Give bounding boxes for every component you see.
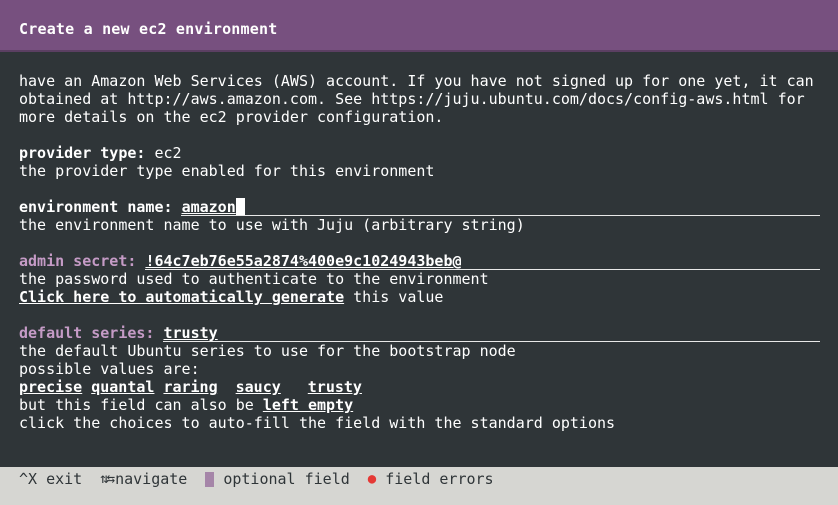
exit-hint: ^X exit bbox=[19, 470, 83, 488]
navigate-label: navigate bbox=[115, 470, 188, 488]
generate-secret-link[interactable]: Click here to automatically generate bbox=[19, 288, 344, 306]
errors-legend: ● field errors bbox=[368, 470, 494, 488]
provider-type-row: provider type: ec2 bbox=[19, 144, 829, 162]
admin-secret-label: admin secret: bbox=[19, 252, 137, 270]
series-option-raring[interactable]: raring bbox=[163, 378, 217, 396]
default-series-help: the default Ubuntu series to use for the… bbox=[19, 342, 516, 360]
intro-line-2: obtained at http://aws.amazon.com. See h… bbox=[19, 90, 805, 108]
navigate-hint: ⇅⇆ navigate bbox=[100, 470, 187, 488]
error-dot-icon: ● bbox=[367, 471, 377, 487]
intro-line-3: more details on the ec2 provider configu… bbox=[19, 108, 444, 126]
series-option-trusty[interactable]: trusty bbox=[308, 378, 362, 396]
admin-secret-help: the password used to authenticate to the… bbox=[19, 270, 489, 288]
autofill-help: click the choices to auto-fill the field… bbox=[19, 414, 616, 432]
app-window: Create a new ec2 environment have an Ama… bbox=[0, 0, 838, 505]
default-series-row: default series: trusty bbox=[19, 324, 829, 342]
navigate-arrows-icon: ⇅⇆ bbox=[100, 471, 115, 487]
provider-type-value: ec2 bbox=[154, 144, 182, 162]
window-title: Create a new ec2 environment bbox=[19, 20, 278, 38]
possible-values-label: possible values are: bbox=[19, 360, 200, 378]
admin-secret-field[interactable]: !64c7eb76e55a2874%400e9c1024943beb@ bbox=[145, 252, 461, 270]
series-option-saucy[interactable]: saucy bbox=[236, 378, 281, 396]
optional-legend: optional field bbox=[205, 470, 350, 488]
series-option-precise[interactable]: precise bbox=[19, 378, 82, 396]
generate-row: Click here to automatically generate thi… bbox=[19, 288, 829, 306]
optional-swatch-icon bbox=[205, 471, 215, 487]
provider-type-label: provider type: bbox=[19, 144, 146, 162]
status-bar: ^X exit ⇅⇆ navigate optional field ● field… bbox=[0, 467, 838, 505]
errors-label: field errors bbox=[385, 470, 494, 488]
environment-name-field[interactable]: amazon bbox=[182, 198, 236, 216]
generate-suffix: this value bbox=[353, 288, 444, 306]
environment-name-label: environment name: bbox=[19, 198, 173, 216]
optional-label: optional field bbox=[223, 470, 350, 488]
admin-secret-row: admin secret: !64c7eb76e55a2874%400e9c10… bbox=[19, 252, 829, 270]
text-cursor bbox=[235, 198, 245, 215]
environment-name-row: environment name: amazon bbox=[19, 198, 829, 216]
title-bar: Create a new ec2 environment bbox=[0, 0, 838, 52]
default-series-field[interactable]: trusty bbox=[164, 324, 218, 342]
series-option-quantal[interactable]: quantal bbox=[91, 378, 154, 396]
series-options-row: precise quantal raring saucy trusty bbox=[19, 378, 829, 396]
form-content: have an Amazon Web Services (AWS) accoun… bbox=[19, 72, 829, 432]
left-empty-row: but this field can also be left empty bbox=[19, 396, 829, 414]
intro-line-1: have an Amazon Web Services (AWS) accoun… bbox=[19, 72, 814, 90]
provider-type-help: the provider type enabled for this envir… bbox=[19, 162, 435, 180]
left-empty-link[interactable]: left empty bbox=[263, 396, 353, 414]
left-empty-prefix: but this field can also be bbox=[19, 396, 254, 414]
environment-name-help: the environment name to use with Juju (a… bbox=[19, 216, 525, 234]
default-series-label: default series: bbox=[19, 324, 155, 342]
